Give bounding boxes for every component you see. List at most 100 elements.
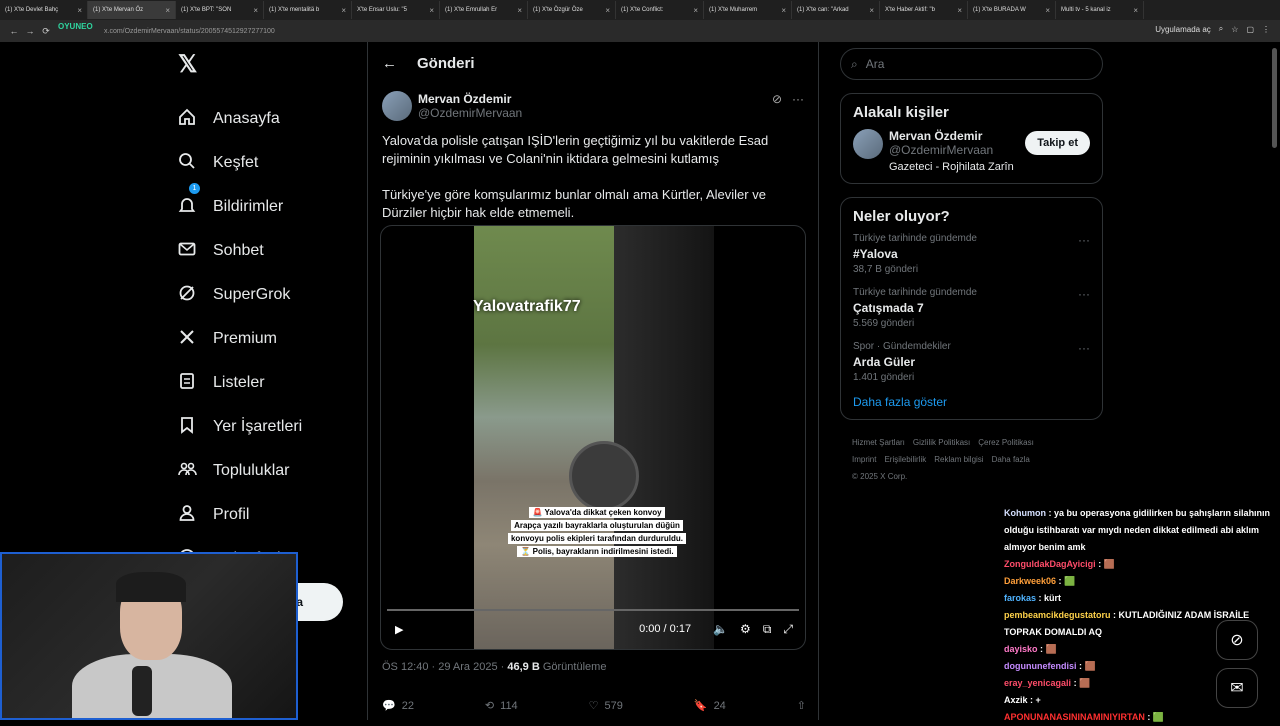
close-icon[interactable]: × <box>1045 6 1050 15</box>
related-person[interactable]: Mervan Özdemir @OzdemirMervaan Gazeteci … <box>853 129 1090 173</box>
trend-item[interactable]: Türkiye tarihinde gündemde Çatışmada 7 5.5… <box>853 287 1090 329</box>
video-frame[interactable] <box>474 226 714 649</box>
grok-fab-button[interactable]: ⊘ <box>1216 620 1258 660</box>
tweet-author: Mervan Özdemir @OzdemirMervaan ⊘ ··· <box>368 84 818 128</box>
browser-tab[interactable]: (1) X'te Mervan Öz × <box>88 1 176 19</box>
play-icon[interactable]: ▶ <box>395 623 403 636</box>
browser-tab[interactable]: (1) X'te BURADA W × <box>968 1 1056 19</box>
bookmark-button[interactable]: 🔖 24 <box>694 699 726 713</box>
reply-button[interactable]: 💬 22 <box>382 699 414 713</box>
close-icon[interactable]: × <box>77 6 82 15</box>
footer-link[interactable]: Hizmet Şartları <box>852 438 905 447</box>
chat-message: ZonguldakDagAyicigi : 🟫 <box>1004 559 1115 569</box>
nav-item-communities[interactable]: Topluluklar <box>170 449 360 493</box>
close-icon[interactable]: × <box>693 6 698 15</box>
follow-button[interactable]: Takip et <box>1025 131 1090 155</box>
grok-icon[interactable]: ⊘ <box>772 92 782 106</box>
browser-tab[interactable]: (1) X'te Muharrem × <box>704 1 792 19</box>
more-options-icon[interactable]: ··· <box>792 92 804 106</box>
close-icon[interactable]: × <box>605 6 610 15</box>
footer-link[interactable]: Reklam bilgisi <box>934 455 983 464</box>
scrollbar[interactable] <box>1272 48 1277 148</box>
x-logo-icon[interactable]: 𝕏 <box>178 50 360 79</box>
nav-item-mail[interactable]: Sohbet <box>170 229 360 273</box>
tab-label: (1) X'te Devlet Bahç <box>5 7 59 13</box>
settings-icon[interactable]: ⚙ <box>740 622 751 636</box>
browser-tab[interactable]: (1) X'te BPT: "SON × <box>176 1 264 19</box>
browser-tab[interactable]: (1) X'te Conflict: × <box>616 1 704 19</box>
browser-tab[interactable]: (1) X'te Özgür Öze × <box>528 1 616 19</box>
browser-tab[interactable]: (1) X'te can: "Arkad × <box>792 1 880 19</box>
person-name[interactable]: Mervan Özdemir <box>889 129 1014 143</box>
author-name[interactable]: Mervan Özdemir <box>418 92 522 106</box>
search-input[interactable]: ⌕ Ara <box>840 48 1103 80</box>
footer-link[interactable]: Erişilebilirlik <box>884 455 926 464</box>
more-options-icon[interactable]: ··· <box>1078 233 1090 247</box>
more-options-icon[interactable]: ··· <box>1078 287 1090 301</box>
streamer-hair <box>116 572 186 602</box>
nav-item-home[interactable]: Anasayfa <box>170 97 360 141</box>
browser-tab[interactable]: X'te Haber Aktif: "b × <box>880 1 968 19</box>
trend-item[interactable]: Türkiye tarihinde gündemde #Yalova 38,7 B … <box>853 233 1090 275</box>
show-more-link[interactable]: Daha fazla göster <box>853 395 1090 409</box>
avatar[interactable] <box>382 91 412 121</box>
author-handle[interactable]: @OzdemirMervaan <box>418 106 522 120</box>
close-icon[interactable]: × <box>1133 6 1138 15</box>
close-icon[interactable]: × <box>869 6 874 15</box>
nav-item-list[interactable]: Listeler <box>170 361 360 405</box>
nav-item-x[interactable]: Premium <box>170 317 360 361</box>
fullscreen-icon[interactable]: ⤢ <box>783 622 793 637</box>
chat-username: ZonguldakDagAyicigi <box>1004 559 1096 569</box>
volume-icon[interactable]: 🔈 <box>713 622 728 636</box>
open-in-app-button[interactable]: Uygulamada aç <box>1155 25 1211 34</box>
browser-tab[interactable]: (1) X'te Emrullah Er × <box>440 1 528 19</box>
pip-icon[interactable]: ⧉ <box>763 622 772 637</box>
browser-tab[interactable]: X'te Ensar Uslu: "5 × <box>352 1 440 19</box>
nav-item-search[interactable]: Keşfet <box>170 141 360 185</box>
forward-icon[interactable]: → <box>22 26 38 36</box>
browser-tab[interactable]: (1) X'te Devlet Bahç × <box>0 1 88 19</box>
zoom-icon[interactable]: ⌕ <box>1219 24 1223 34</box>
related-title: Alakalı kişiler <box>853 104 949 121</box>
footer-link[interactable]: Daha fazla <box>992 455 1030 464</box>
footer-link[interactable]: Imprint <box>852 455 876 464</box>
messages-fab-button[interactable]: ✉ <box>1216 668 1258 708</box>
repost-button[interactable]: ⟲ 114 <box>485 699 518 713</box>
video-player[interactable]: Yalovatrafik77 🚨 Yalova'da dikkat çeken … <box>380 225 806 650</box>
close-icon[interactable]: × <box>957 6 962 15</box>
extensions-icon[interactable]: ▢ <box>1246 25 1254 34</box>
star-icon[interactable]: ☆ <box>1231 25 1238 34</box>
close-icon[interactable]: × <box>165 6 170 15</box>
trend-count: 38,7 B gönderi <box>853 264 919 275</box>
menu-icon[interactable]: ⋮ <box>1262 25 1270 34</box>
nav-item-profile[interactable]: Profil <box>170 493 360 537</box>
trend-context: Türkiye tarihinde gündemde <box>853 233 977 244</box>
like-button[interactable]: ♡ 579 <box>589 699 623 713</box>
nav-item-label: SuperGrok <box>213 286 291 303</box>
url-field[interactable]: x.com/OzdemirMervaan/status/200557451292… <box>104 28 275 35</box>
trend-count: 1.401 gönderi <box>853 372 915 383</box>
share-button[interactable]: ⇧ <box>797 699 806 712</box>
close-icon[interactable]: × <box>253 6 258 15</box>
footer-link[interactable]: Gizlilik Politikası <box>913 438 970 447</box>
search-icon <box>177 151 197 176</box>
tab-label: Multi tv - 5 kanal iz <box>1061 7 1111 13</box>
page-header: ← Gönderi <box>368 42 818 84</box>
footer-link[interactable]: Çerez Politikası <box>978 438 1034 447</box>
close-icon[interactable]: × <box>781 6 786 15</box>
nav-item-grok[interactable]: SuperGrok <box>170 273 360 317</box>
avatar[interactable] <box>853 129 883 159</box>
close-icon[interactable]: × <box>517 6 522 15</box>
close-icon[interactable]: × <box>429 6 434 15</box>
nav-item-bookmark[interactable]: Yer İşaretleri <box>170 405 360 449</box>
trend-item[interactable]: Spor · Gündemdekiler Arda Güler 1.401 gönd… <box>853 341 1090 383</box>
nav-item-bell[interactable]: 1 Bildirimler <box>170 182 360 229</box>
tab-label: X'te Ensar Uslu: "5 <box>357 7 407 13</box>
close-icon[interactable]: × <box>341 6 346 15</box>
browser-tab[interactable]: Multi tv - 5 kanal iz × <box>1056 1 1144 19</box>
more-options-icon[interactable]: ··· <box>1078 341 1090 355</box>
browser-tab[interactable]: (1) X'te mentalitä b × <box>264 1 352 19</box>
reload-icon[interactable]: ⟳ <box>38 26 54 37</box>
back-arrow-icon[interactable]: ← <box>382 55 397 72</box>
back-icon[interactable]: ← <box>6 26 22 36</box>
